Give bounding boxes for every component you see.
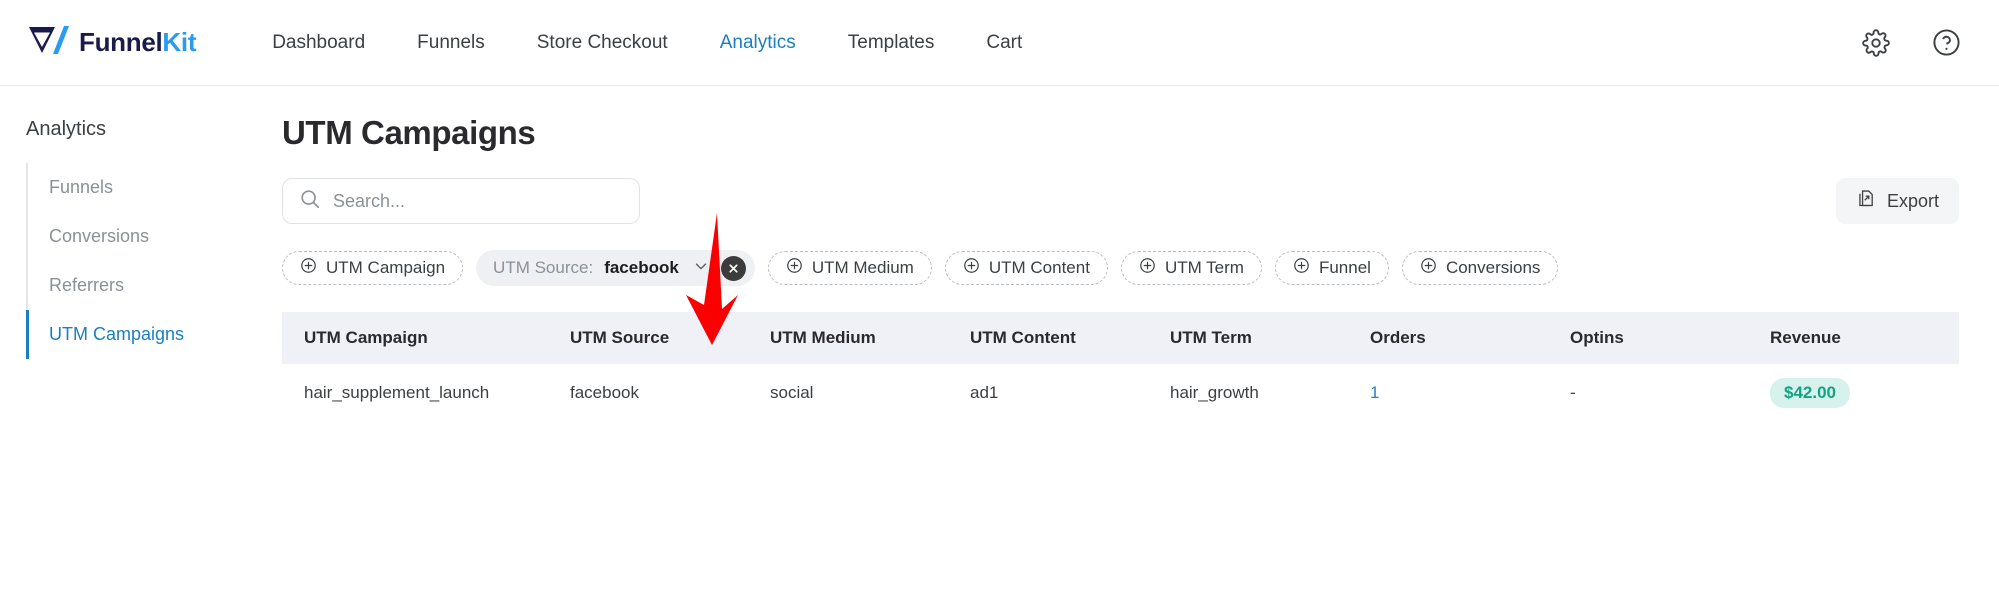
plus-circle-icon [1293, 257, 1310, 279]
sidebar-item-referrers[interactable]: Referrers [26, 261, 282, 310]
optins-value: - [1570, 383, 1576, 402]
funnelkit-v-logo-icon [28, 25, 70, 60]
chip-label: Conversions [1445, 258, 1541, 277]
cell-revenue: $42.00 [1762, 378, 1959, 408]
revenue-badge: $42.00 [1770, 378, 1850, 408]
chip-applied-utm-source[interactable]: UTM Source: facebook [476, 250, 755, 286]
column-header-utm-content: UTM Content [970, 328, 1076, 347]
cell-optins: - [1562, 383, 1762, 403]
chip-label: UTM Term [1164, 258, 1244, 277]
column-header-utm-source: UTM Source [570, 328, 670, 347]
chip-add-funnel[interactable]: Funnel [1274, 251, 1389, 285]
utm-campaigns-table: UTM Campaign UTM Source UTM Medium UTM C… [282, 312, 1959, 422]
nav-item-dashboard[interactable]: Dashboard [246, 24, 391, 62]
chip-label: Funnel [1318, 258, 1371, 277]
chip-add-utm-medium[interactable]: UTM Medium [767, 251, 932, 285]
plus-circle-icon [963, 257, 980, 279]
sidebar-item-conversions[interactable]: Conversions [26, 212, 282, 261]
export-document-icon [1856, 188, 1877, 214]
top-navigation-bar: FunnelKit Dashboard Funnels Store Checko… [0, 0, 1999, 86]
page-layout: Analytics Funnels Conversions Referrers … [0, 86, 1999, 590]
column-header-orders: Orders [1370, 328, 1426, 347]
sidebar-item-utm-campaigns[interactable]: UTM Campaigns [26, 310, 282, 359]
plus-circle-icon [786, 257, 803, 279]
sidebar-item-funnels[interactable]: Funnels [26, 163, 282, 212]
cell-utm-medium: social [770, 383, 814, 402]
main-content: UTM Campaigns Search... Export UTM Campa… [282, 86, 1999, 590]
cell-utm-source: facebook [570, 383, 639, 402]
main-nav: Dashboard Funnels Store Checkout Analyti… [246, 24, 1048, 62]
orders-link[interactable]: 1 [1370, 383, 1379, 402]
cell-utm-campaign: hair_supplement_launch [304, 383, 490, 402]
chip-label: UTM Campaign [326, 258, 446, 277]
toolbar: Export [282, 178, 1959, 224]
question-circle-icon[interactable] [1931, 28, 1961, 58]
export-button[interactable]: Export [1835, 178, 1959, 224]
chip-label: UTM Medium [811, 258, 914, 277]
brand-name-dark: Funnel [79, 27, 163, 57]
brand-name: FunnelKit [79, 27, 196, 58]
page-title: UTM Campaigns [282, 114, 536, 151]
chip-add-conversions[interactable]: Conversions [1401, 251, 1559, 285]
search-input[interactable] [333, 190, 623, 212]
search-icon [299, 188, 321, 215]
column-header-optins: Optins [1570, 328, 1624, 347]
nav-item-funnels[interactable]: Funnels [391, 24, 511, 62]
plus-circle-icon [1420, 257, 1437, 279]
column-header-revenue: Revenue [1770, 328, 1841, 347]
nav-item-store-checkout[interactable]: Store Checkout [511, 24, 694, 62]
chip-add-utm-campaign[interactable]: UTM Campaign [282, 251, 464, 285]
table-header-row: UTM Campaign UTM Source UTM Medium UTM C… [282, 312, 1959, 364]
plus-circle-icon [1139, 257, 1156, 279]
column-header-utm-campaign: UTM Campaign [304, 328, 428, 347]
cell-orders: 1 [1362, 383, 1562, 403]
chevron-down-icon[interactable] [692, 257, 710, 280]
brand-logo[interactable]: FunnelKit [28, 25, 196, 60]
nav-item-templates[interactable]: Templates [822, 24, 961, 62]
brand-name-accent: Kit [162, 27, 197, 57]
nav-item-cart[interactable]: Cart [960, 24, 1048, 62]
chip-add-utm-term[interactable]: UTM Term [1120, 251, 1262, 285]
chip-label: UTM Content [988, 258, 1090, 277]
search-box[interactable] [282, 178, 640, 224]
column-header-utm-term: UTM Term [1170, 328, 1252, 347]
cell-utm-term: hair_growth [1170, 383, 1259, 402]
topbar-actions [1861, 28, 1961, 58]
column-header-utm-medium: UTM Medium [770, 328, 876, 347]
chip-key: UTM Source: [493, 258, 594, 277]
sidebar-title: Analytics [26, 118, 107, 140]
gear-icon[interactable] [1861, 28, 1891, 58]
export-button-label: Export [1886, 190, 1939, 211]
table-row[interactable]: hair_supplement_launch facebook social a… [282, 364, 1959, 422]
analytics-sidebar: Analytics Funnels Conversions Referrers … [0, 86, 282, 590]
plus-circle-icon [300, 257, 317, 279]
chip-add-utm-content[interactable]: UTM Content [944, 251, 1108, 285]
chip-remove-button[interactable] [720, 255, 746, 281]
chip-value: facebook [604, 258, 679, 277]
cell-utm-content: ad1 [970, 383, 999, 402]
nav-item-analytics[interactable]: Analytics [694, 24, 822, 62]
filter-chips: UTM Campaign UTM Source: facebook UTM Me… [282, 250, 1959, 286]
sidebar-nav: Funnels Conversions Referrers UTM Campai… [26, 163, 282, 359]
